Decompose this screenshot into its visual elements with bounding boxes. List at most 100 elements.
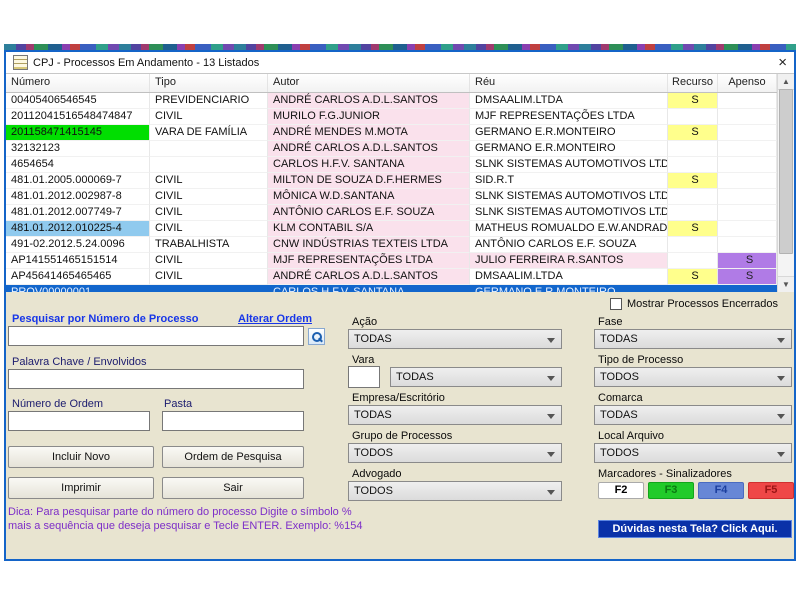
comarca-value: TODAS xyxy=(600,409,638,421)
advogado-select[interactable]: TODOS xyxy=(348,481,562,501)
chevron-down-icon xyxy=(777,376,785,381)
column-header[interactable]: Número xyxy=(6,74,150,92)
cell-reu: ANTÔNIO CARLOS E.F. SOUZA xyxy=(470,237,668,253)
cell-autor: MURILO F.G.JUNIOR xyxy=(268,109,470,125)
vara-select[interactable]: TODAS xyxy=(390,367,562,387)
acao-value: TODAS xyxy=(354,333,392,345)
table-row[interactable]: 481.01.2005.000069-7CIVILMILTON DE SOUZA… xyxy=(6,173,777,189)
column-header[interactable]: Réu xyxy=(470,74,668,92)
cell-reu: GERMANO E.R.MONTEIRO xyxy=(470,285,668,292)
cell-recurso xyxy=(668,141,718,157)
grupo-select[interactable]: TODOS xyxy=(348,443,562,463)
tipo-processo-select[interactable]: TODOS xyxy=(594,367,792,387)
marker-f3-button[interactable]: F3 xyxy=(648,482,694,499)
cell-tipo: CIVIL xyxy=(150,173,268,189)
cell-reu: SLNK SISTEMAS AUTOMOTIVOS LTDA... xyxy=(470,157,668,173)
table-header: NúmeroTipoAutorRéuRecursoApenso xyxy=(6,74,777,93)
local-arquivo-select[interactable]: TODOS xyxy=(594,443,792,463)
column-header[interactable]: Autor xyxy=(268,74,470,92)
fase-select[interactable]: TODAS xyxy=(594,329,792,349)
change-order-link[interactable]: Alterar Ordem xyxy=(238,313,312,325)
column-header[interactable]: Apenso xyxy=(718,74,777,92)
cell-tipo: CIVIL xyxy=(150,253,268,269)
folder-input[interactable] xyxy=(162,411,304,431)
cell-tipo: PREVIDENCIARIO xyxy=(150,93,268,109)
search-order-button[interactable]: Ordem de Pesquisa xyxy=(162,446,304,468)
keyword-input[interactable] xyxy=(8,369,304,389)
table-row[interactable]: 481.01.2012.007749-7CIVILANTÔNIO CARLOS … xyxy=(6,205,777,221)
table-row[interactable]: 481.01.2012.002987-8CIVILMÔNICA W.D.SANT… xyxy=(6,189,777,205)
tipo-processo-label: Tipo de Processo xyxy=(598,354,683,366)
cell-autor: MILTON DE SOUZA D.F.HERMES xyxy=(268,173,470,189)
chevron-down-icon xyxy=(547,414,555,419)
order-number-input[interactable] xyxy=(8,411,150,431)
window-title: CPJ - Processos Em Andamento - 13 Listad… xyxy=(33,57,259,69)
cell-numero: 491-02.2012.5.24.0096 xyxy=(6,237,150,253)
vertical-scrollbar[interactable]: ▲ ▼ xyxy=(777,74,794,292)
fase-label: Fase xyxy=(598,316,622,328)
cell-recurso: S xyxy=(668,93,718,109)
table-row[interactable]: 481.01.2012.010225-4CIVILKLM CONTABIL S/… xyxy=(6,221,777,237)
cell-tipo: CIVIL xyxy=(150,269,268,285)
cell-recurso xyxy=(668,285,718,292)
table-row[interactable]: 4654654CARLOS H.F.V. SANTANASLNK SISTEMA… xyxy=(6,157,777,173)
marker-f5-button[interactable]: F5 xyxy=(748,482,794,499)
cell-apenso xyxy=(718,141,777,157)
exit-button[interactable]: Sair xyxy=(162,477,304,499)
process-number-input[interactable] xyxy=(8,326,304,346)
table-row[interactable]: PROV00000001CARLOS H.F.V. SANTANAGERMANO… xyxy=(6,285,777,292)
scroll-up-icon[interactable]: ▲ xyxy=(778,74,794,90)
cell-reu: DMSAALIM.LTDA xyxy=(470,269,668,285)
cell-tipo: CIVIL xyxy=(150,109,268,125)
cell-reu: SLNK SISTEMAS AUTOMOTIVOS LTDA... xyxy=(470,189,668,205)
order-number-label: Número de Ordem xyxy=(12,398,103,410)
process-grid: NúmeroTipoAutorRéuRecursoApenso 00405406… xyxy=(6,74,777,292)
cell-recurso xyxy=(668,253,718,269)
search-icon[interactable] xyxy=(308,328,325,345)
close-icon[interactable]: × xyxy=(778,56,787,69)
cell-recurso: S xyxy=(668,221,718,237)
table-row[interactable]: 32132123ANDRÉ CARLOS A.D.L.SANTOSGERMANO… xyxy=(6,141,777,157)
marker-f2-button[interactable]: F2 xyxy=(598,482,644,499)
table-row[interactable]: 491-02.2012.5.24.0096TRABALHISTACNW INDÚ… xyxy=(6,237,777,253)
table-row[interactable]: AP45641465465465CIVILANDRÉ CARLOS A.D.L.… xyxy=(6,269,777,285)
cell-numero: 32132123 xyxy=(6,141,150,157)
column-header[interactable]: Tipo xyxy=(150,74,268,92)
scrollbar-thumb[interactable] xyxy=(779,89,793,254)
table-row[interactable]: AP141551465151514CIVILMJF REPRESENTAÇÕES… xyxy=(6,253,777,269)
help-button[interactable]: Dúvidas nesta Tela? Click Aqui. xyxy=(598,520,792,538)
cell-numero: AP45641465465465 xyxy=(6,269,150,285)
table-row[interactable]: 201158471415145VARA DE FAMÍLIAANDRÉ MEND… xyxy=(6,125,777,141)
scroll-down-icon[interactable]: ▼ xyxy=(778,276,794,292)
vara-label: Vara xyxy=(352,354,374,366)
show-closed-checkbox[interactable] xyxy=(610,298,622,310)
acao-select[interactable]: TODAS xyxy=(348,329,562,349)
cell-numero: 20112041516548474847 xyxy=(6,109,150,125)
cell-recurso xyxy=(668,189,718,205)
include-new-button[interactable]: Incluir Novo xyxy=(8,446,154,468)
cell-apenso xyxy=(718,205,777,221)
cell-numero: 481.01.2012.002987-8 xyxy=(6,189,150,205)
cell-reu: GERMANO E.R.MONTEIRO xyxy=(470,125,668,141)
marker-f4-button[interactable]: F4 xyxy=(698,482,744,499)
screen: CPJ - Processos Em Andamento - 13 Listad… xyxy=(0,0,800,600)
cell-numero: 4654654 xyxy=(6,157,150,173)
grupo-value: TODOS xyxy=(354,447,393,459)
cell-tipo: TRABALHISTA xyxy=(150,237,268,253)
comarca-select[interactable]: TODAS xyxy=(594,405,792,425)
column-header[interactable]: Recurso xyxy=(668,74,718,92)
table-row[interactable]: 00405406546545PREVIDENCIARIOANDRÉ CARLOS… xyxy=(6,93,777,109)
vara-code-input[interactable] xyxy=(348,366,380,388)
cell-apenso xyxy=(718,173,777,189)
keyword-label: Palavra Chave / Envolvidos xyxy=(12,356,147,368)
empresa-select[interactable]: TODAS xyxy=(348,405,562,425)
chevron-down-icon xyxy=(547,452,555,457)
acao-label: Ação xyxy=(352,316,377,328)
cell-autor: ANTÔNIO CARLOS E.F. SOUZA xyxy=(268,205,470,221)
table-row[interactable]: 20112041516548474847CIVILMURILO F.G.JUNI… xyxy=(6,109,777,125)
cell-recurso: S xyxy=(668,173,718,189)
advogado-label: Advogado xyxy=(352,468,402,480)
search-process-label: Pesquisar por Número de Processo xyxy=(12,313,198,325)
chevron-down-icon xyxy=(777,452,785,457)
print-button[interactable]: Imprimir xyxy=(8,477,154,499)
